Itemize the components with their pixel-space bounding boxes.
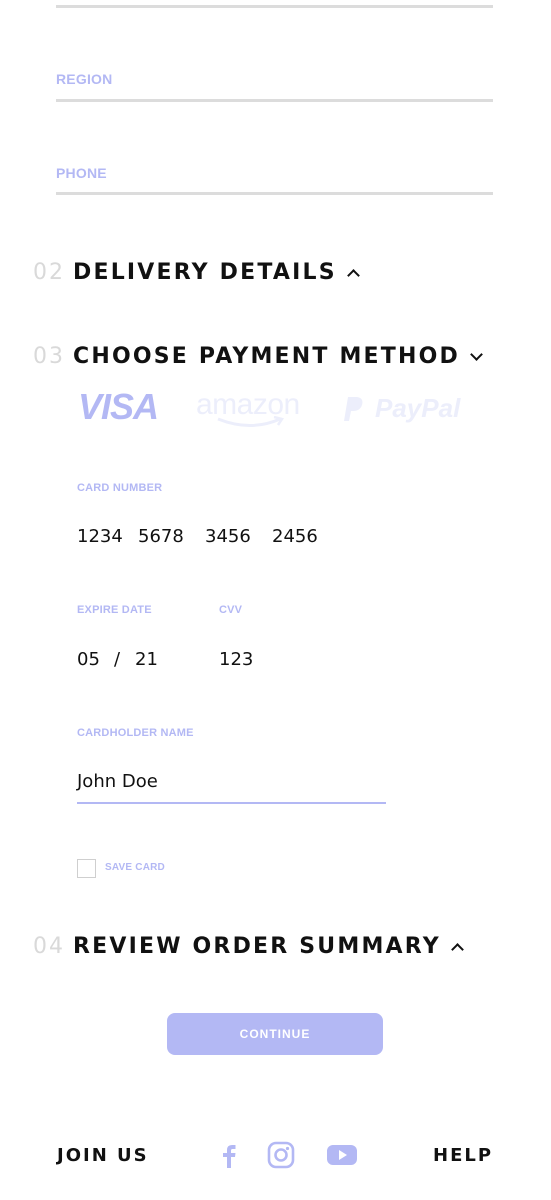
paypal-logo[interactable]: PayPal (343, 393, 460, 424)
facebook-icon[interactable] (219, 1141, 239, 1169)
expire-date-label: EXPIRE DATE (77, 604, 152, 616)
amazon-smile-icon (217, 416, 285, 427)
phone-field[interactable] (56, 192, 493, 195)
expire-separator: / (114, 649, 121, 670)
phone-field-label: PHONE (56, 165, 107, 181)
join-us-link[interactable]: JOIN US (57, 1145, 149, 1166)
expire-year: 21 (135, 649, 158, 670)
card-number-label: CARD NUMBER (77, 482, 163, 494)
cvv-label: CVV (219, 604, 243, 616)
help-link[interactable]: HELP (433, 1145, 493, 1166)
expire-date-input[interactable]: 05 / 21 (77, 649, 187, 673)
instagram-icon[interactable] (267, 1141, 295, 1169)
card-number-group: 2456 (272, 526, 318, 547)
card-number-group: 3456 (205, 526, 251, 547)
section-review-header[interactable]: 04 REVIEW ORDER SUMMARY (33, 931, 464, 961)
cvv-input[interactable]: 123 (219, 649, 299, 673)
paypal-logo-text: PayPal (375, 393, 461, 423)
cvv-value: 123 (219, 649, 254, 670)
address-field-underline[interactable] (56, 5, 493, 8)
region-field-label: REGION (56, 71, 113, 87)
continue-button[interactable]: CONTINUE (167, 1013, 383, 1055)
cardholder-name-underline (77, 802, 386, 804)
chevron-down-icon (470, 347, 483, 361)
expire-month: 05 (77, 649, 100, 670)
youtube-icon[interactable] (326, 1143, 358, 1167)
section-title: CHOOSE PAYMENT METHOD (73, 343, 460, 369)
chevron-up-icon (346, 268, 360, 282)
paypal-p-icon (344, 396, 363, 421)
save-card-label: SAVE CARD (105, 862, 165, 873)
card-number-group: 5678 (138, 526, 184, 547)
section-number: 04 (33, 933, 65, 959)
section-payment-header[interactable]: 03 CHOOSE PAYMENT METHOD (33, 341, 483, 371)
section-title: REVIEW ORDER SUMMARY (73, 933, 441, 959)
visa-logo[interactable]: VISA (78, 386, 159, 428)
amazon-logo[interactable]: amazon (196, 388, 316, 432)
region-field[interactable] (56, 99, 493, 102)
chevron-up-icon (450, 942, 464, 956)
card-number-group: 1234 (77, 526, 123, 547)
card-number-input[interactable]: 1234 5678 3456 2456 (77, 526, 377, 550)
cardholder-name-input[interactable]: John Doe (77, 771, 386, 799)
section-delivery-header[interactable]: 02 DELIVERY DETAILS (33, 257, 360, 287)
section-number: 02 (33, 259, 65, 285)
section-number: 03 (33, 343, 65, 369)
save-card-checkbox[interactable] (77, 859, 96, 878)
section-title: DELIVERY DETAILS (73, 259, 337, 285)
cardholder-name-label: CARDHOLDER NAME (77, 727, 194, 739)
